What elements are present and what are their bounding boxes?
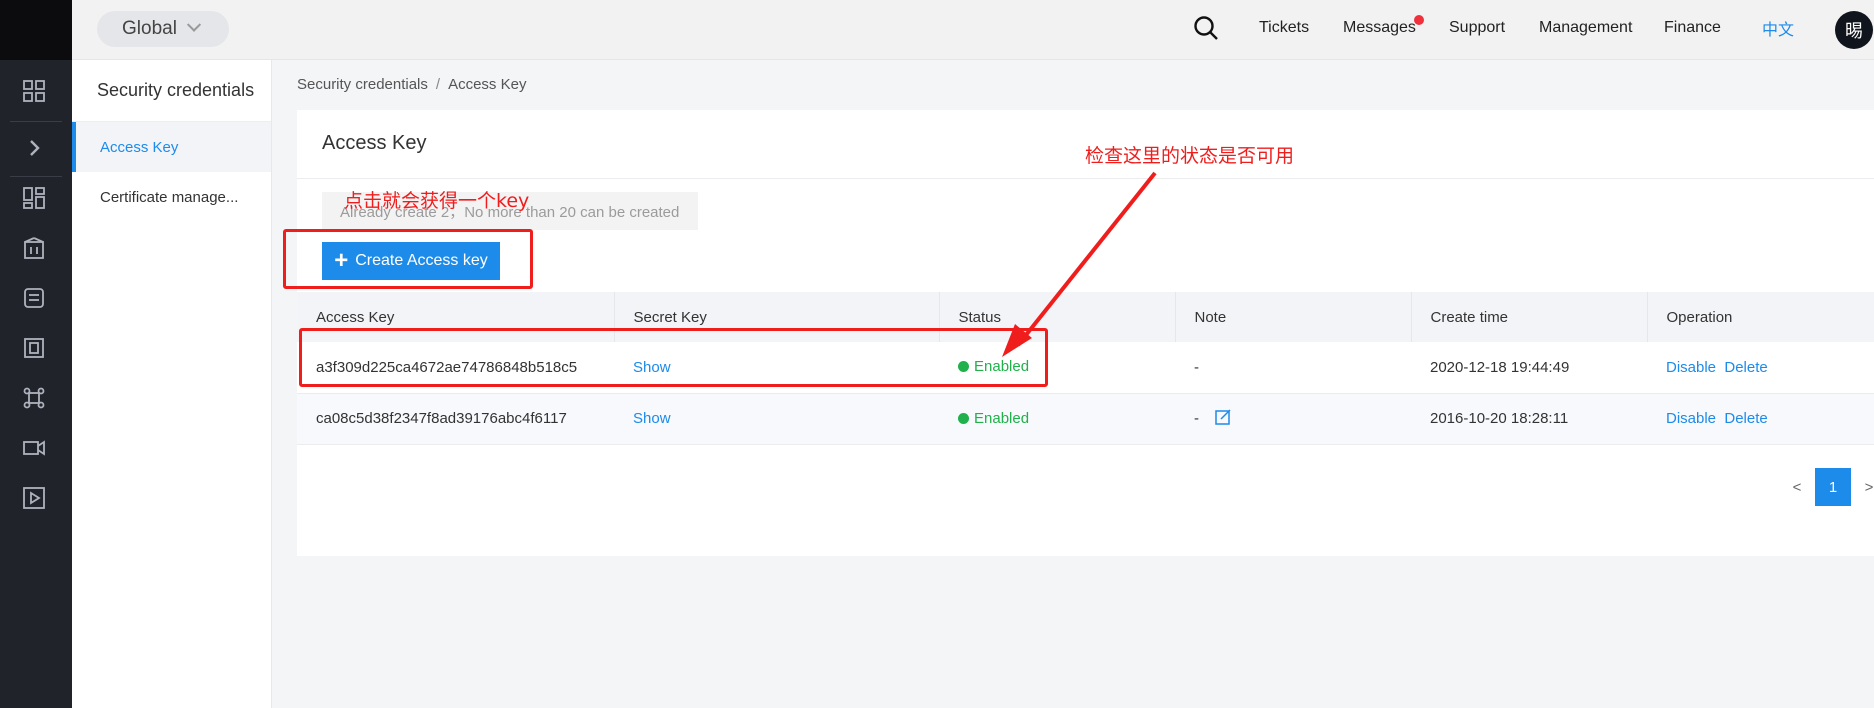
chevron-down-icon (186, 17, 201, 32)
server-icon[interactable] (22, 336, 46, 360)
note-value: - (1194, 409, 1199, 427)
column-header: Operation (1647, 292, 1874, 342)
search-icon[interactable] (1193, 15, 1219, 46)
dashboard-grid-icon[interactable] (22, 79, 46, 103)
delete-link[interactable]: Delete (1724, 359, 1767, 376)
nav-messages[interactable]: Messages (1343, 0, 1424, 56)
left-rail (0, 0, 72, 708)
status-badge: Enabled (958, 410, 1029, 427)
network-icon[interactable] (22, 386, 46, 410)
building-icon[interactable] (22, 236, 46, 260)
nav-messages-label: Messages (1343, 19, 1416, 36)
avatar[interactable]: 晹 (1835, 11, 1873, 49)
nav-support[interactable]: Support (1449, 0, 1505, 56)
nav-tickets[interactable]: Tickets (1259, 0, 1309, 56)
annotation-box-row (299, 328, 1048, 387)
column-header: Create time (1411, 292, 1648, 342)
create-time-value: 2020-12-18 19:44:49 (1411, 342, 1647, 394)
pagination: < 1 > (1779, 468, 1874, 506)
video-play-icon[interactable] (22, 486, 46, 510)
next-page-button[interactable]: > (1851, 468, 1874, 506)
language-switch[interactable]: 中文 (1762, 0, 1794, 56)
access-key-value: ca08c5d38f2347f8ad39176abc4f6117 (297, 393, 614, 445)
secondary-sidebar: Security credentials Access Key Certific… (72, 60, 272, 708)
note-value: - (1175, 342, 1411, 394)
database-icon[interactable] (22, 286, 46, 310)
page-1-button[interactable]: 1 (1815, 468, 1851, 506)
disable-link[interactable]: Disable (1666, 359, 1716, 376)
disable-link[interactable]: Disable (1666, 410, 1716, 427)
top-bar: Global Tickets Messages Support Manageme… (72, 0, 1874, 60)
column-header: Note (1175, 292, 1412, 342)
prev-page-button[interactable]: < (1779, 468, 1815, 506)
create-time-value: 2016-10-20 18:28:11 (1411, 393, 1647, 445)
page-title: Access Key (322, 132, 427, 154)
notification-badge (1413, 15, 1424, 25)
camera-icon[interactable] (22, 436, 46, 460)
table-row: ca08c5d38f2347f8ad39176abc4f6117 Show En… (297, 393, 1874, 445)
annotation-click-hint: 点击就会获得一个key (344, 190, 530, 212)
status-label: Enabled (974, 409, 1030, 427)
edit-note-icon[interactable] (1215, 408, 1231, 429)
rail-logo-area (0, 0, 72, 60)
breadcrumb-item: Access Key (448, 76, 527, 93)
annotation-box-create (283, 229, 533, 289)
nav-finance[interactable]: Finance (1664, 0, 1721, 56)
nav-management[interactable]: Management (1539, 0, 1632, 56)
sidebar-item-certificate[interactable]: Certificate manage... (72, 172, 271, 222)
breadcrumb: Security credentials / Access Key (297, 76, 527, 93)
annotation-status-hint: 检查这里的状态是否可用 (1085, 145, 1295, 167)
show-secret-link[interactable]: Show (633, 410, 671, 427)
sidebar-item-access-key[interactable]: Access Key (72, 122, 271, 172)
breadcrumb-item[interactable]: Security credentials (297, 76, 428, 93)
region-label: Global (122, 18, 177, 39)
layout-icon[interactable] (22, 186, 46, 210)
sidebar-title: Security credentials (72, 60, 271, 122)
expand-chevron-icon[interactable] (22, 136, 46, 160)
delete-link[interactable]: Delete (1724, 410, 1767, 427)
region-selector[interactable]: Global (97, 11, 229, 47)
status-dot-icon (958, 412, 969, 424)
